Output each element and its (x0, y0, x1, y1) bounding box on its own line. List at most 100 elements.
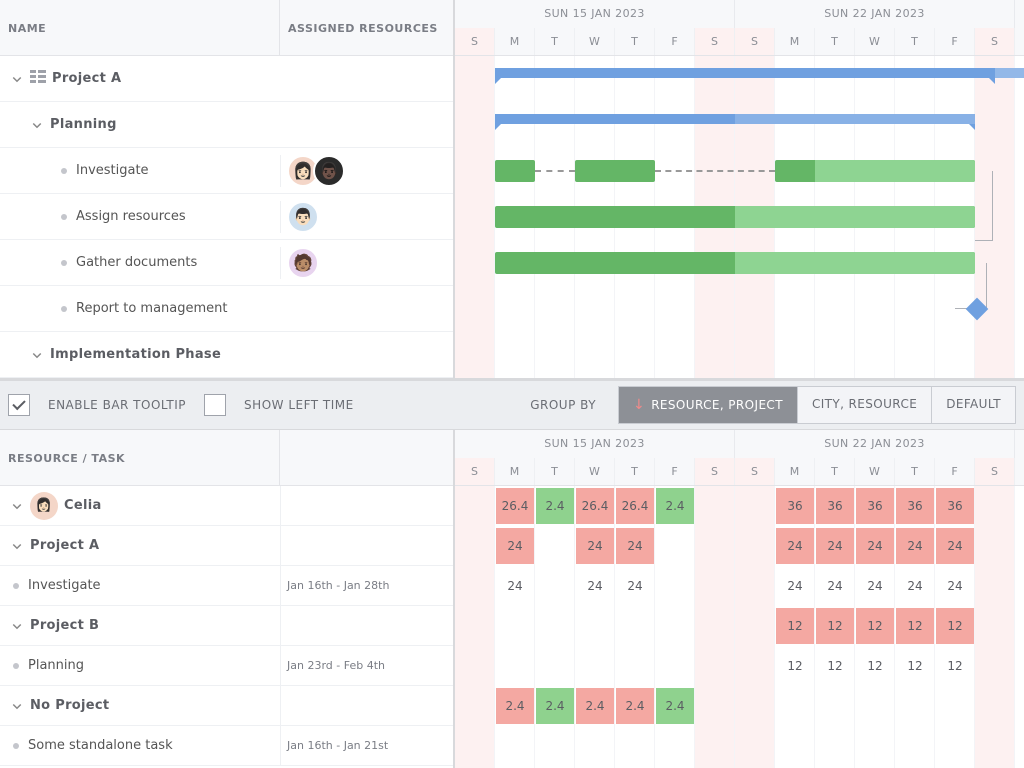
seg-default[interactable]: Default (931, 387, 1015, 423)
histo-row-celia-projb[interactable]: Project B (0, 606, 453, 646)
histogram-timeline[interactable]: Sun 15 Jan 2023Sun 22 Jan 2023 SMTWTFSSM… (455, 430, 1024, 768)
week-header[interactable]: Sun 15 Jan 2023 (455, 0, 735, 28)
alloc-cell[interactable]: 12 (936, 608, 974, 644)
day-header[interactable]: M (775, 28, 815, 56)
seg-resource-project[interactable]: ↓ Resource, Project (619, 387, 797, 423)
alloc-cell[interactable]: 2.4 (656, 688, 694, 724)
alloc-cell[interactable]: 12 (816, 608, 854, 644)
alloc-cell[interactable]: 12 (896, 608, 934, 644)
avatar-mark[interactable]: 👨🏻 (287, 201, 319, 233)
day-header[interactable]: M (495, 458, 535, 486)
day-header[interactable]: T (535, 28, 575, 56)
alloc-cell[interactable]: 24 (936, 568, 974, 604)
summary-bar-project-a[interactable] (495, 68, 995, 78)
day-header[interactable]: S (455, 458, 495, 486)
alloc-cell[interactable]: 12 (816, 648, 854, 684)
alloc-cell[interactable]: 24 (616, 568, 654, 604)
alloc-cell[interactable]: 24 (816, 528, 854, 564)
alloc-cell[interactable]: 24 (896, 528, 934, 564)
day-header[interactable]: S (695, 28, 735, 56)
expand-toggle[interactable] (10, 539, 24, 553)
task-bar-gather[interactable] (495, 252, 975, 274)
expand-toggle[interactable] (10, 619, 24, 633)
alloc-cell[interactable]: 2.4 (536, 688, 574, 724)
day-header[interactable]: T (535, 458, 575, 486)
day-header[interactable]: S (735, 28, 775, 56)
alloc-cell[interactable]: 12 (896, 648, 934, 684)
histo-row-celia-proja[interactable]: Project A (0, 526, 453, 566)
day-header[interactable]: W (855, 28, 895, 56)
day-header[interactable]: S (975, 458, 1015, 486)
task-bar-investigate-3[interactable] (775, 160, 975, 182)
alloc-cell[interactable]: 24 (616, 528, 654, 564)
tree-row-planning[interactable]: Planning (0, 102, 453, 148)
col-header-name[interactable]: Name (0, 0, 280, 55)
day-header[interactable]: T (615, 28, 655, 56)
histo-row-celia-investigate[interactable]: InvestigateJan 16th - Jan 28th (0, 566, 453, 606)
day-header[interactable]: M (775, 458, 815, 486)
task-bar-assign[interactable] (495, 206, 975, 228)
alloc-cell[interactable]: 12 (856, 648, 894, 684)
checkbox-enable-tooltip[interactable] (8, 394, 30, 416)
checkbox-show-left-time[interactable] (204, 394, 226, 416)
alloc-cell[interactable]: 12 (936, 648, 974, 684)
alloc-cell[interactable]: 24 (496, 568, 534, 604)
day-header[interactable]: F (655, 458, 695, 486)
day-header[interactable]: T (815, 28, 855, 56)
day-header[interactable]: F (935, 28, 975, 56)
alloc-cell[interactable]: 26.4 (616, 488, 654, 524)
week-header[interactable]: Sun 22 Jan 2023 (735, 430, 1015, 458)
tree-row-gather-docs[interactable]: Gather documents🧑🏽 (0, 240, 453, 286)
day-header[interactable]: S (695, 458, 735, 486)
alloc-cell[interactable]: 24 (896, 568, 934, 604)
alloc-cell[interactable]: 12 (776, 648, 814, 684)
tree-row-assign-res[interactable]: Assign resources👨🏻 (0, 194, 453, 240)
alloc-cell[interactable]: 24 (576, 568, 614, 604)
alloc-cell[interactable]: 2.4 (656, 488, 694, 524)
expand-toggle[interactable] (30, 118, 44, 132)
alloc-cell[interactable]: 2.4 (576, 688, 614, 724)
day-header[interactable]: W (575, 458, 615, 486)
tree-row-impl[interactable]: Implementation Phase (0, 332, 453, 378)
alloc-cell[interactable]: 12 (776, 608, 814, 644)
seg-city-resource[interactable]: City, Resource (797, 387, 931, 423)
alloc-cell[interactable]: 24 (776, 568, 814, 604)
col-header-resource-task[interactable]: Resource / Task (0, 430, 280, 485)
alloc-cell[interactable]: 36 (896, 488, 934, 524)
tree-row-proj-a[interactable]: Project A (0, 56, 453, 102)
avatar-dan[interactable]: 👨🏿 (313, 155, 345, 187)
day-header[interactable]: F (935, 458, 975, 486)
avatar-celia[interactable]: 👩🏻 (30, 492, 58, 520)
alloc-cell[interactable]: 24 (496, 528, 534, 564)
alloc-cell[interactable]: 24 (776, 528, 814, 564)
alloc-cell[interactable]: 24 (816, 568, 854, 604)
day-header[interactable]: F (655, 28, 695, 56)
alloc-cell[interactable]: 2.4 (536, 488, 574, 524)
alloc-cell[interactable]: 24 (856, 528, 894, 564)
histo-row-celia-standalone[interactable]: Some standalone taskJan 16th - Jan 21st (0, 726, 453, 766)
alloc-cell[interactable]: 2.4 (616, 688, 654, 724)
gantt-timeline[interactable]: Sun 15 Jan 2023Sun 22 Jan 2023 SMTWTFSSM… (455, 0, 1024, 378)
avatar-lee[interactable]: 🧑🏽 (287, 247, 319, 279)
tree-row-report-mgmt[interactable]: Report to management (0, 286, 453, 332)
day-header[interactable]: T (895, 28, 935, 56)
alloc-cell[interactable]: 36 (776, 488, 814, 524)
tree-row-investigate[interactable]: Investigate👩🏻👨🏿 (0, 148, 453, 194)
alloc-cell[interactable]: 36 (816, 488, 854, 524)
expand-toggle[interactable] (10, 499, 24, 513)
day-header[interactable]: S (455, 28, 495, 56)
alloc-cell[interactable]: 36 (936, 488, 974, 524)
alloc-cell[interactable]: 26.4 (576, 488, 614, 524)
histo-row-celia-noproj[interactable]: No Project (0, 686, 453, 726)
expand-toggle[interactable] (10, 699, 24, 713)
alloc-cell[interactable]: 12 (856, 608, 894, 644)
day-header[interactable]: T (895, 458, 935, 486)
day-header[interactable]: T (615, 458, 655, 486)
histo-row-celia-planning[interactable]: PlanningJan 23rd - Feb 4th (0, 646, 453, 686)
expand-toggle[interactable] (10, 72, 24, 86)
day-header[interactable]: T (815, 458, 855, 486)
day-header[interactable]: S (735, 458, 775, 486)
week-header[interactable]: Sun 15 Jan 2023 (455, 430, 735, 458)
alloc-cell[interactable]: 24 (936, 528, 974, 564)
alloc-cell[interactable]: 24 (576, 528, 614, 564)
